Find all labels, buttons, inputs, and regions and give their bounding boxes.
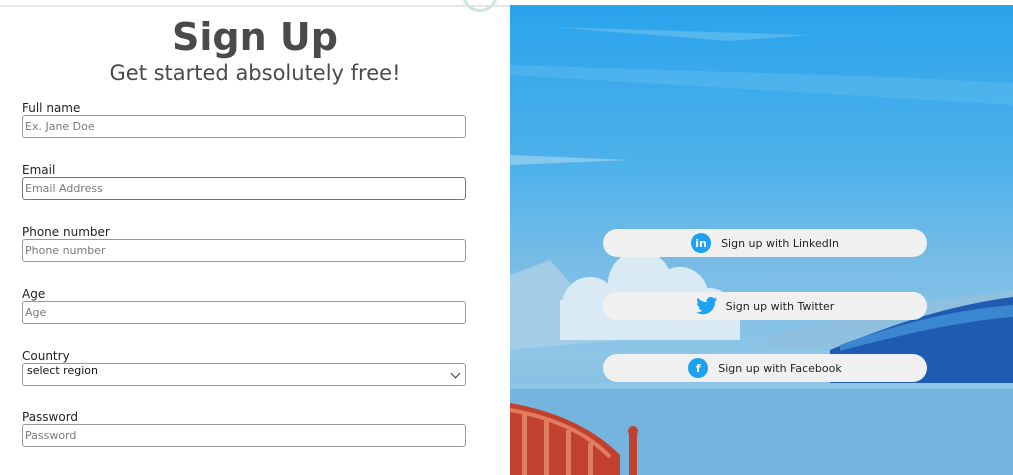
chevron-down-icon	[450, 368, 461, 379]
email-label: Email	[22, 163, 56, 177]
age-label: Age	[22, 287, 46, 301]
country-select-value: select region	[27, 364, 98, 377]
age-input[interactable]	[22, 301, 466, 324]
signup-form-panel: Sign Up Get started absolutely free! Ful…	[0, 0, 510, 475]
linkedin-icon: in	[691, 233, 712, 253]
email-input[interactable]	[22, 177, 466, 200]
phone-field-group: Phone number	[22, 226, 466, 262]
password-field-group: Password	[22, 411, 466, 447]
fullname-field-group: Full name	[22, 102, 466, 138]
twitter-signup-button[interactable]: Sign up with Twitter	[603, 292, 927, 320]
linkedin-button-label: Sign up with LinkedIn	[721, 236, 839, 250]
facebook-signup-button[interactable]: f Sign up with Facebook	[603, 354, 927, 382]
facebook-button-label: Sign up with Facebook	[718, 361, 842, 375]
illustration-panel: in Sign up with LinkedIn Sign up with Tw…	[510, 5, 1013, 475]
phone-label: Phone number	[22, 225, 110, 239]
twitter-button-label: Sign up with Twitter	[725, 299, 835, 313]
password-input[interactable]	[22, 424, 466, 447]
country-select[interactable]: select region	[22, 363, 466, 386]
age-field-group: Age	[22, 288, 466, 324]
page-subtitle: Get started absolutely free!	[109, 61, 401, 85]
password-label: Password	[22, 410, 79, 424]
page-title: Sign Up	[172, 15, 338, 59]
facebook-icon: f	[688, 358, 709, 378]
twitter-icon	[695, 297, 718, 315]
fullname-input[interactable]	[22, 115, 466, 138]
country-field-group: Country select region	[22, 350, 466, 386]
email-field-group: Email	[22, 164, 466, 200]
linkedin-signup-button[interactable]: in Sign up with LinkedIn	[603, 229, 927, 257]
phone-input[interactable]	[22, 239, 466, 262]
country-label: Country	[22, 349, 70, 363]
fullname-label: Full name	[22, 101, 81, 115]
